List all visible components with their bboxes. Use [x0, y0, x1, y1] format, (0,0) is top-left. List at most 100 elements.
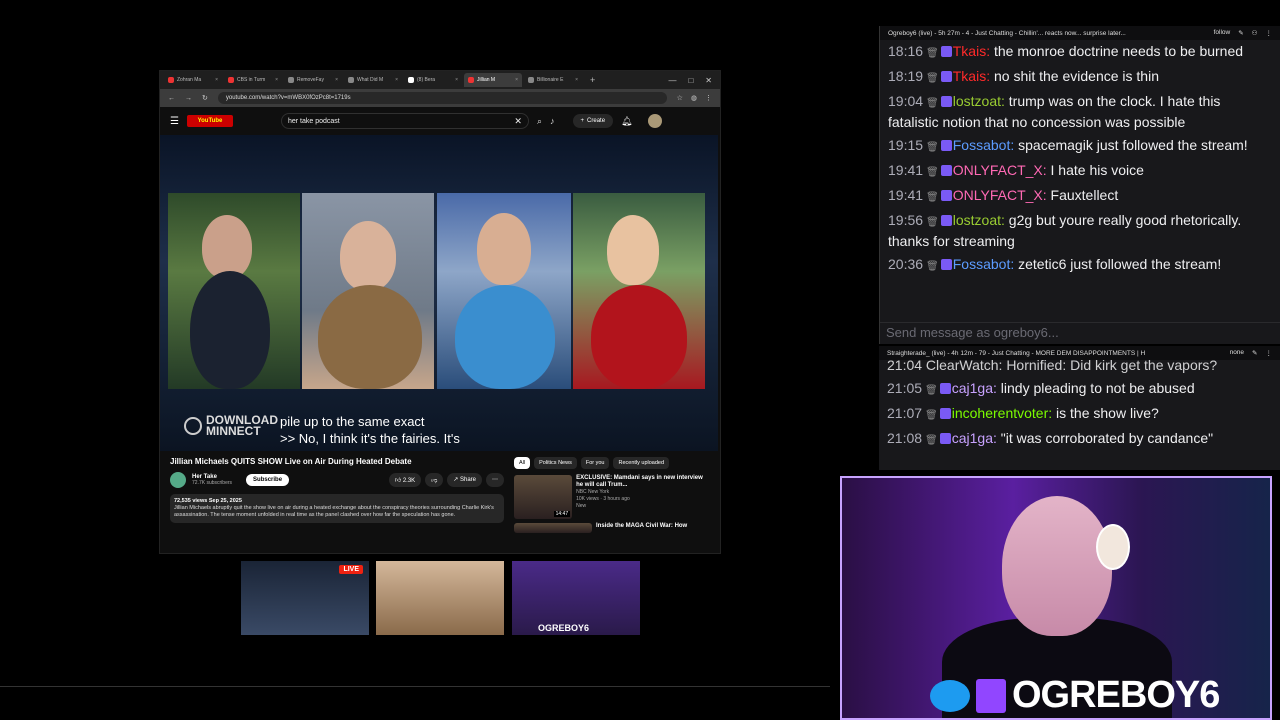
trash-icon[interactable]: 🗑︎	[925, 435, 938, 446]
video-thumbnail[interactable]: 14:47	[514, 475, 573, 519]
like-button[interactable]: 👍︎ 2.3K	[388, 473, 422, 487]
chip-for-you[interactable]: For you	[580, 457, 610, 469]
window-controls: — □ ✕	[668, 76, 720, 85]
chat-username[interactable]: Tkais	[953, 68, 986, 84]
chat-header: Ogreboy6 (live) - 5h 27m - 4 - Just Chat…	[880, 26, 1280, 40]
browser-window: Zohran Ma × CBS in Turm × RemoveFay × What Did…	[159, 70, 721, 554]
trash-icon[interactable]: 🗑︎	[926, 261, 939, 272]
chat-username[interactable]: ONLYFACT_X	[953, 162, 1043, 178]
browser-tab[interactable]: (8) Bera ×	[404, 73, 462, 87]
browser-tab[interactable]: Jillian M ×	[464, 73, 522, 87]
close-tab-icon[interactable]: ×	[215, 77, 218, 83]
reload-icon[interactable]: ↻	[202, 94, 208, 102]
below-player: Jillian Michaels QUITS SHOW Live on Air …	[160, 451, 720, 543]
trash-icon[interactable]: 🗑︎	[925, 385, 938, 396]
chat-username[interactable]: Fossabot	[953, 137, 1011, 153]
url-field[interactable]: youtube.com/watch?v=mWBX0fOzPc8t=1719s	[217, 92, 667, 104]
message-timestamp: 19:04	[888, 93, 924, 109]
chat-messages: 21:04 ClearWatch: Hornified: Did kirk ge…	[879, 357, 1280, 456]
create-button[interactable]: + Create	[572, 114, 614, 128]
extension-icon[interactable]: ◍	[691, 94, 697, 102]
tab-bar: Zohran Ma × CBS in Turm × RemoveFay × What Did…	[160, 71, 720, 89]
chat-message: 18:16 🗑︎ Tkais: the monroe doctrine needs …	[888, 42, 1272, 63]
chat-username[interactable]: Fossabot	[953, 256, 1011, 272]
follow-button[interactable]: follow	[1214, 29, 1231, 37]
browser-tab[interactable]: CBS in Turm ×	[224, 73, 282, 87]
forward-icon[interactable]: →	[185, 95, 192, 102]
separator: :	[1010, 137, 1019, 153]
close-tab-icon[interactable]: ×	[275, 77, 278, 83]
dislike-button[interactable]: 👎︎	[425, 473, 444, 487]
trash-icon[interactable]: 🗑︎	[926, 142, 939, 153]
maximize-icon[interactable]: □	[688, 76, 693, 85]
youtube-logo[interactable]: YouTube	[186, 115, 233, 127]
video-thumbnail[interactable]	[514, 523, 592, 533]
user-badge-icon	[940, 96, 952, 107]
filter-chips: All Politics News For you Recently uploa…	[514, 457, 710, 469]
trash-icon[interactable]: 🗑︎	[926, 217, 939, 228]
channel-row: Her Take 72.7K subscribers Subscribe 👍︎ …	[170, 472, 504, 488]
trash-icon[interactable]: 🗑︎	[925, 410, 938, 421]
separator: :	[1001, 93, 1009, 109]
close-tab-icon[interactable]: ×	[335, 77, 338, 83]
message-text: lindy pleading to not be abused	[1000, 380, 1195, 396]
chat-input[interactable]: Send message as ogreboy6...	[880, 322, 1280, 344]
menu-dots-icon[interactable]: ⋮	[705, 94, 712, 102]
notifications-icon[interactable]: 🔔︎	[621, 116, 632, 127]
more-actions-button[interactable]: ⋯	[486, 473, 504, 487]
subscribe-button[interactable]: Subscribe	[246, 474, 290, 486]
close-tab-icon[interactable]: ×	[575, 77, 578, 83]
person	[202, 215, 252, 279]
separator: :	[993, 380, 1001, 396]
chat-username[interactable]: caj1ga	[952, 380, 993, 396]
search-icon[interactable]: ⌕	[537, 116, 542, 127]
hamburger-icon[interactable]: ☰	[170, 116, 179, 127]
star-icon[interactable]: ☆	[677, 94, 683, 102]
description-box[interactable]: 72,535 views Sep 25, 2025 Jillian Michae…	[170, 494, 504, 523]
close-tab-icon[interactable]: ×	[515, 77, 518, 83]
separator: :	[1042, 162, 1051, 178]
video-title: Jillian Michaels QUITS SHOW Live on Air …	[170, 457, 412, 466]
back-icon[interactable]: ←	[168, 95, 175, 102]
browser-tab[interactable]: RemoveFay ×	[284, 73, 342, 87]
close-tab-icon[interactable]: ×	[455, 77, 458, 83]
search-input[interactable]: her take podcast ✕	[280, 113, 529, 129]
menu-dots-icon[interactable]: ⋮	[1266, 29, 1273, 37]
close-tab-icon[interactable]: ×	[395, 77, 398, 83]
twitter-icon	[930, 679, 970, 712]
channel-avatar[interactable]	[170, 472, 186, 488]
trash-icon[interactable]: 🗑︎	[926, 167, 939, 178]
chat-username[interactable]: incoherentvoter	[952, 405, 1049, 421]
recommended-meta: 10K views · 3 hours ago	[576, 496, 630, 502]
stream-thumbnail-3: OGREBOY6	[512, 561, 640, 635]
mic-icon[interactable]: ♪	[550, 116, 555, 126]
chat-username[interactable]: lostzoat	[953, 93, 1001, 109]
clear-search-icon[interactable]: ✕	[514, 116, 522, 127]
browser-tab[interactable]: What Did M ×	[344, 73, 402, 87]
share-button[interactable]: ↗ Share	[447, 473, 482, 487]
browser-tab[interactable]: Billionaire E ×	[524, 73, 582, 87]
avatar[interactable]	[648, 114, 663, 128]
chat-username[interactable]: lostzoat	[953, 212, 1001, 228]
minimize-icon[interactable]: —	[668, 76, 676, 85]
new-tab-button[interactable]: +	[584, 75, 601, 85]
close-icon[interactable]: ✕	[705, 76, 712, 85]
recommended-video[interactable]: Inside the MAGA Civil War: How	[514, 523, 710, 533]
pencil-icon[interactable]: ✎	[1238, 29, 1243, 37]
chip-politics[interactable]: Politics News	[534, 457, 577, 469]
chat-username[interactable]: caj1ga	[952, 430, 993, 446]
message-timestamp: 19:56	[888, 212, 924, 228]
chat-username[interactable]: Tkais	[953, 43, 986, 59]
trash-icon[interactable]: 🗑︎	[926, 73, 939, 84]
user-badge-icon	[940, 165, 952, 176]
trash-icon[interactable]: 🗑︎	[926, 192, 939, 203]
chat-username[interactable]: ONLYFACT_X	[953, 187, 1043, 203]
chip-all[interactable]: All	[514, 457, 531, 469]
trash-icon[interactable]: 🗑︎	[926, 98, 939, 109]
browser-tab[interactable]: Zohran Ma ×	[164, 73, 222, 87]
trash-icon[interactable]: 🗑︎	[926, 48, 939, 59]
video-player[interactable]: DOWNLOAD MINNECT pile up to the same exac…	[160, 135, 718, 451]
recommended-video[interactable]: 14:47 EXCLUSIVE: Mamdani says in new int…	[514, 475, 710, 519]
users-icon[interactable]: ⚇	[1252, 29, 1258, 37]
chip-recent[interactable]: Recently uploaded	[613, 457, 670, 469]
